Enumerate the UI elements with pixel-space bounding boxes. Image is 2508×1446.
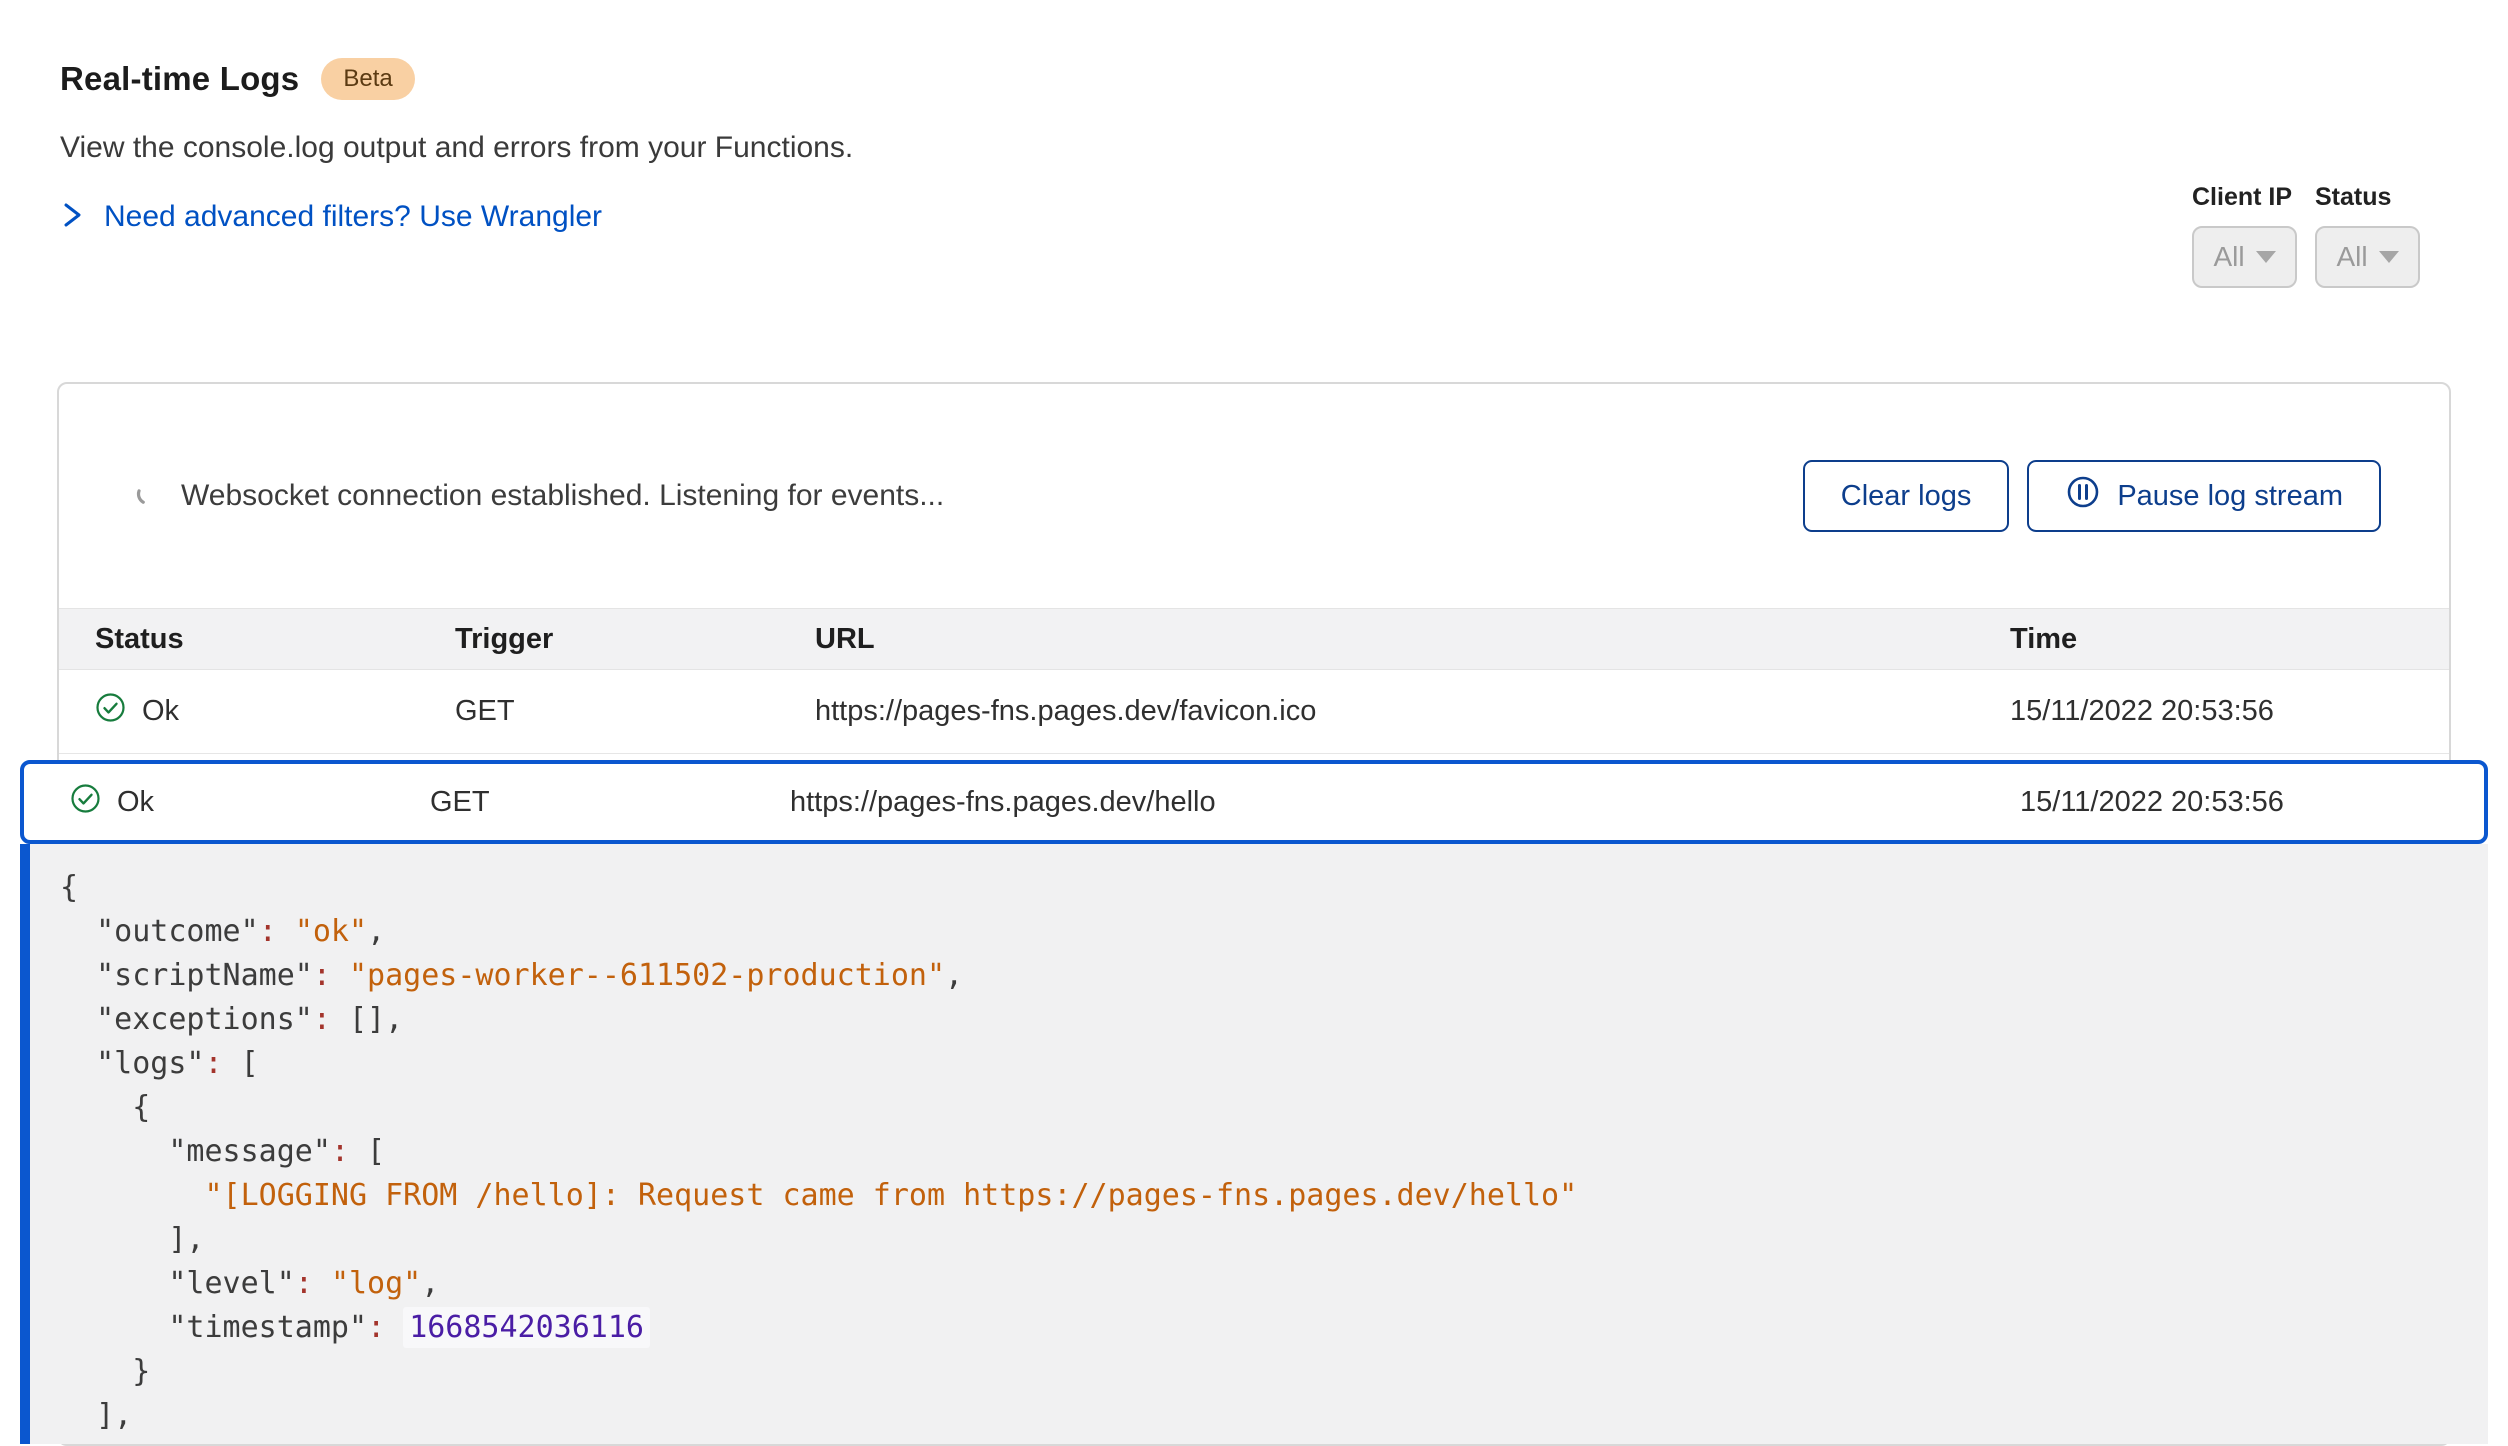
page-title: Real-time Logs — [60, 60, 299, 98]
beta-badge: Beta — [321, 58, 414, 100]
client-ip-filter-label: Client IP — [2192, 183, 2297, 212]
table-header: Status Trigger URL Time — [59, 608, 2449, 670]
check-circle-icon — [70, 783, 101, 822]
row-time: 15/11/2022 20:53:56 — [2020, 786, 2484, 819]
wrangler-link-label: Need advanced filters? Use Wrangler — [104, 200, 602, 234]
client-ip-filter-dropdown[interactable]: All — [2192, 226, 2297, 288]
status-filter-value: All — [2336, 241, 2367, 273]
log-filters: Client IP All Status All — [2192, 183, 2420, 288]
table-row-selected[interactable]: Ok GET https://pages-fns.pages.dev/hello… — [20, 760, 2488, 844]
clear-logs-button[interactable]: Clear logs — [1803, 460, 2010, 532]
row-url: https://pages-fns.pages.dev/hello — [790, 786, 2020, 819]
pause-icon — [2065, 474, 2101, 518]
log-detail-panel: { "outcome": "ok", "scriptName": "pages-… — [20, 844, 2488, 1444]
wrangler-filters-link[interactable]: Need advanced filters? Use Wrangler — [60, 195, 602, 239]
status-filter-dropdown[interactable]: All — [2315, 226, 2420, 288]
column-header-trigger: Trigger — [455, 623, 815, 656]
logs-card: Websocket connection established. Listen… — [57, 382, 2451, 1446]
caret-down-icon — [2256, 251, 2276, 263]
json-code: { "outcome": "ok", "scriptName": "pages-… — [30, 844, 2488, 1438]
column-header-status: Status — [95, 623, 455, 656]
pause-log-stream-button[interactable]: Pause log stream — [2027, 460, 2381, 532]
status-filter-label: Status — [2315, 183, 2420, 212]
row-url: https://pages-fns.pages.dev/favicon.ico — [815, 695, 2010, 728]
connection-message: Websocket connection established. Listen… — [181, 479, 944, 513]
spinner-icon — [135, 481, 161, 512]
table-row[interactable]: Ok GET https://pages-fns.pages.dev/favic… — [59, 670, 2449, 754]
caret-down-icon — [2379, 251, 2399, 263]
column-header-time: Time — [2010, 623, 2449, 656]
row-trigger: GET — [430, 786, 790, 819]
pause-log-stream-label: Pause log stream — [2117, 480, 2343, 513]
row-trigger: GET — [455, 695, 815, 728]
logs-toolbar: Websocket connection established. Listen… — [59, 384, 2449, 608]
row-time: 15/11/2022 20:53:56 — [2010, 695, 2449, 728]
connection-status: Websocket connection established. Listen… — [135, 479, 1803, 513]
check-circle-icon — [95, 692, 126, 731]
column-header-url: URL — [815, 623, 2010, 656]
chevron-right-icon — [60, 198, 84, 237]
page-description: View the console.log output and errors f… — [60, 131, 2508, 171]
expanded-log-entry: Ok GET https://pages-fns.pages.dev/hello… — [20, 760, 2488, 1444]
client-ip-filter-value: All — [2213, 241, 2244, 273]
row-status: Ok — [117, 786, 154, 819]
row-status: Ok — [142, 695, 179, 728]
clear-logs-label: Clear logs — [1841, 480, 1972, 513]
page-header: Real-time Logs Beta View the console.log… — [0, 0, 2508, 239]
